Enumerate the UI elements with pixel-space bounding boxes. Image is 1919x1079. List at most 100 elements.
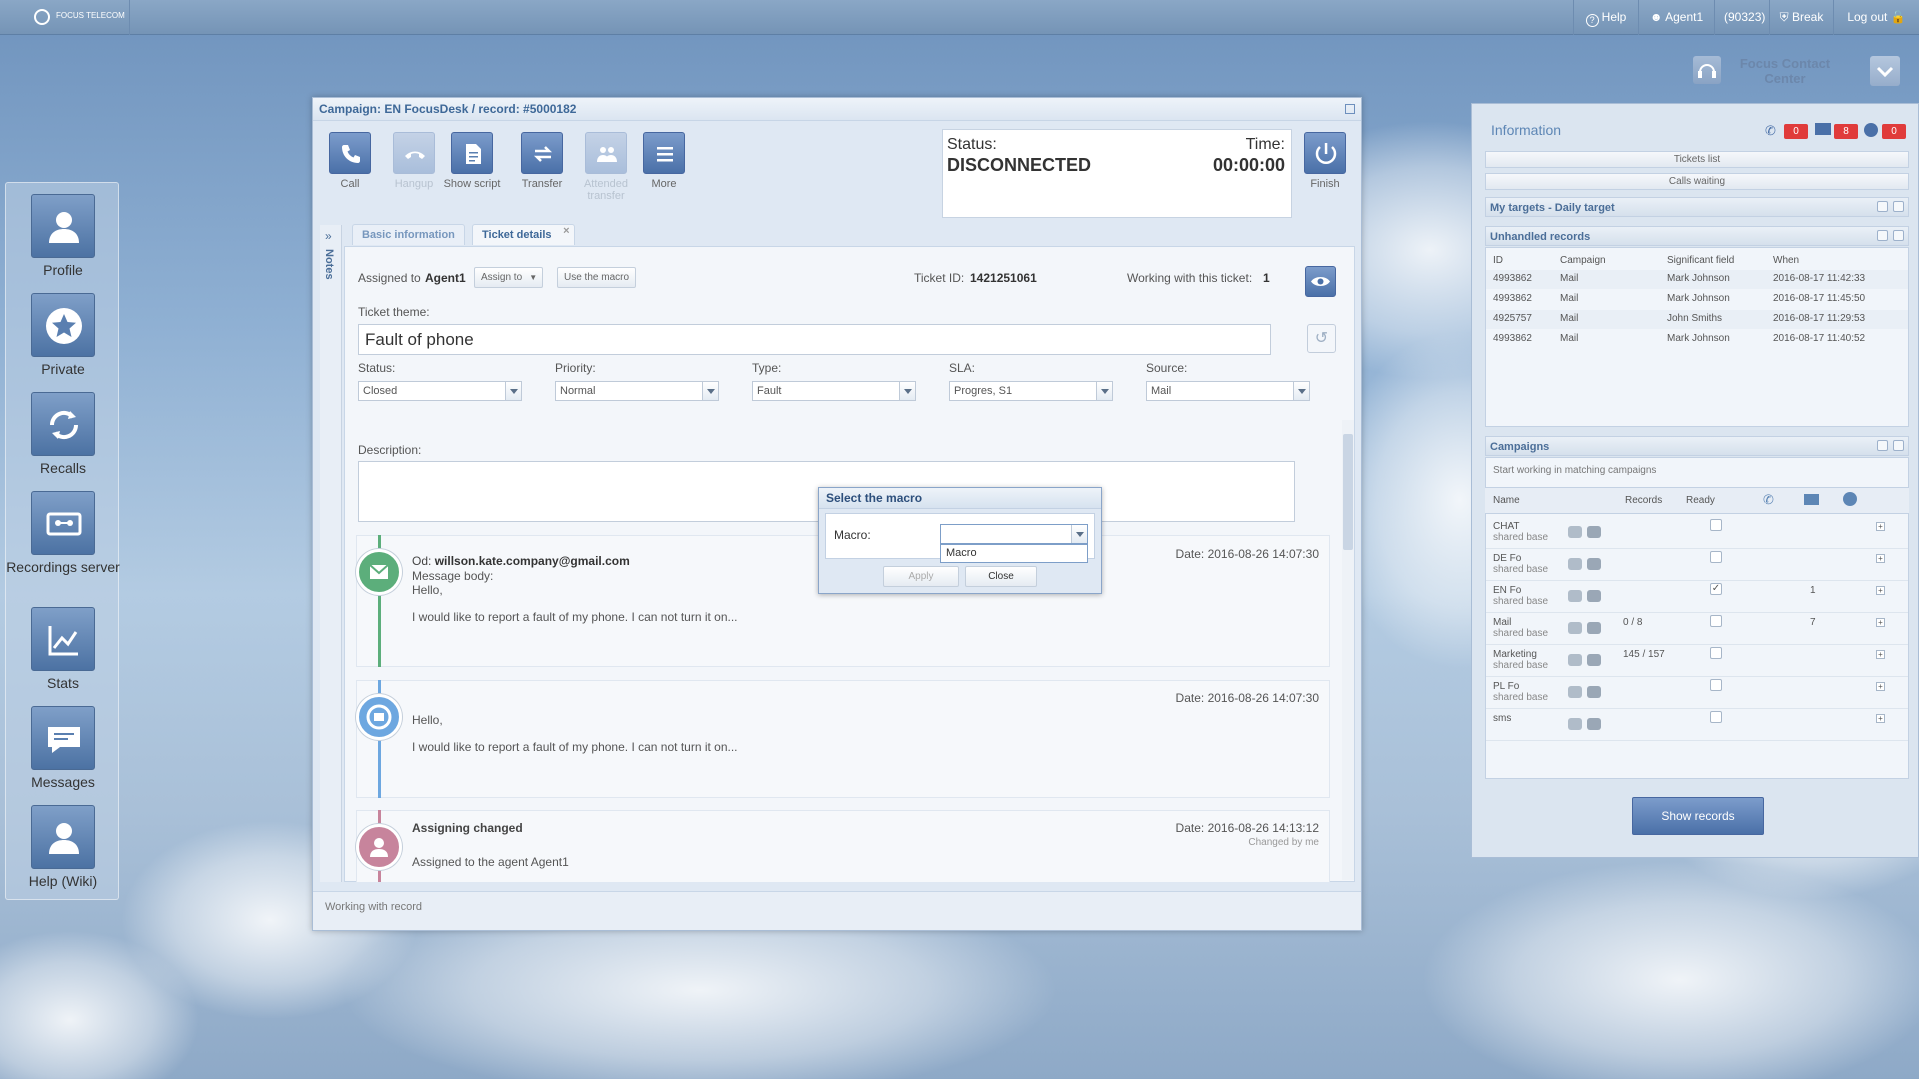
help-link[interactable]: ? Help xyxy=(1573,0,1638,35)
cassette-icon xyxy=(46,512,82,536)
chevron-down-icon[interactable] xyxy=(702,382,718,400)
expand-icon[interactable]: + xyxy=(1876,650,1885,659)
sidebar-item-profile[interactable]: Profile xyxy=(6,194,120,278)
refresh-icon[interactable] xyxy=(1893,201,1904,212)
campaign-row[interactable] xyxy=(1486,550,1908,581)
unhandled-header[interactable]: Unhandled records xyxy=(1485,226,1909,246)
tab-ticket-details[interactable]: Ticket details × xyxy=(472,224,575,245)
refresh-icon[interactable] xyxy=(1893,440,1904,451)
campaign-sub: shared base xyxy=(1493,596,1549,607)
campaign-name: CHAT xyxy=(1493,521,1520,532)
expand-icon[interactable]: + xyxy=(1876,522,1885,531)
refresh-icon[interactable] xyxy=(1893,230,1904,241)
sidebar-item-help-wiki[interactable]: Help (Wiki) xyxy=(6,805,120,889)
table-cell: Mail xyxy=(1560,273,1579,284)
time-value: 00:00:00 xyxy=(1212,155,1285,175)
calls-waiting-button[interactable]: Calls waiting xyxy=(1485,173,1909,190)
field-select[interactable]: Mail xyxy=(1146,381,1310,401)
field-select[interactable]: Progres, S1 xyxy=(949,381,1113,401)
call-button[interactable]: Call xyxy=(320,132,380,190)
macro-select[interactable] xyxy=(940,524,1088,544)
maximize-icon[interactable] xyxy=(1345,104,1355,114)
ready-checkbox[interactable] xyxy=(1710,519,1722,531)
field-select[interactable]: Fault xyxy=(752,381,916,401)
use-macro-button[interactable]: Use the macro xyxy=(557,267,637,288)
campaign-row[interactable] xyxy=(1486,582,1908,613)
transfer-button[interactable]: Transfer xyxy=(512,132,572,190)
expand-icon[interactable]: + xyxy=(1876,714,1885,723)
field-select[interactable]: Closed xyxy=(358,381,522,401)
attended-transfer-button[interactable]: Attended transfer xyxy=(576,132,636,202)
chevron-down-icon[interactable] xyxy=(899,382,915,400)
ready-checkbox[interactable] xyxy=(1710,679,1722,691)
collapse-button[interactable] xyxy=(1870,56,1900,86)
entry-date: Date: 2016-08-26 14:13:12 xyxy=(1175,821,1319,835)
hangup-icon xyxy=(405,151,425,159)
campaign-sub: shared base xyxy=(1493,564,1549,575)
ready-checkbox[interactable] xyxy=(1710,647,1722,659)
watch-button[interactable] xyxy=(1305,266,1336,297)
chevron-down-icon[interactable] xyxy=(1096,382,1112,400)
notes-panel-toggle[interactable]: » Notes xyxy=(320,225,342,882)
macro-option[interactable]: Macro xyxy=(940,544,1088,563)
finish-button[interactable]: Finish xyxy=(1304,132,1346,190)
chevron-down-icon[interactable] xyxy=(505,382,521,400)
campaign-name: Marketing xyxy=(1493,649,1537,660)
sidebar-item-recordings-server[interactable]: Recordings server xyxy=(6,491,120,575)
sidebar-item-recalls[interactable]: Recalls xyxy=(6,392,120,476)
help-icon: ? xyxy=(1585,14,1599,27)
campaign-row[interactable] xyxy=(1486,614,1908,645)
apply-button[interactable]: Apply xyxy=(883,566,959,587)
chevron-up-icon[interactable] xyxy=(1877,440,1888,451)
chevron-down-icon[interactable] xyxy=(1293,382,1309,400)
break-button[interactable]: ⛨ Break xyxy=(1769,0,1833,35)
assign-to-button[interactable]: Assign to ▼ xyxy=(474,267,544,288)
table-cell: Mark Johnson xyxy=(1667,273,1730,284)
hangup-button[interactable]: Hangup xyxy=(384,132,444,190)
table-cell: Mark Johnson xyxy=(1667,333,1730,344)
ready-checkbox[interactable] xyxy=(1710,615,1722,627)
reply-icon xyxy=(356,694,402,740)
chevron-up-icon[interactable] xyxy=(1877,230,1888,241)
logout-button[interactable]: Log out 🔓 xyxy=(1833,0,1919,35)
targets-header[interactable]: My targets - Daily target xyxy=(1485,197,1909,217)
tab-basic-information[interactable]: Basic information xyxy=(352,224,465,245)
scrollbar[interactable] xyxy=(1342,420,1354,880)
close-button[interactable]: Close xyxy=(965,566,1037,587)
campaigns-header[interactable]: Campaigns xyxy=(1485,436,1909,456)
ready-checkbox[interactable] xyxy=(1710,551,1722,563)
campaign-row[interactable] xyxy=(1486,710,1908,741)
expand-icon[interactable]: + xyxy=(1876,586,1885,595)
expand-icon[interactable]: » xyxy=(325,229,332,243)
user-icon: ☻ xyxy=(1649,10,1666,24)
agent-link[interactable]: ☻ Agent1 xyxy=(1638,0,1714,35)
ready-checkbox[interactable]: ✓ xyxy=(1710,583,1722,595)
close-tab-icon[interactable]: × xyxy=(563,221,569,242)
entry-date: Date: 2016-08-26 14:07:30 xyxy=(1175,691,1319,705)
sidebar-item-messages[interactable]: Messages xyxy=(6,706,120,790)
scrollbar-thumb[interactable] xyxy=(1343,434,1353,550)
expand-icon[interactable]: + xyxy=(1876,618,1885,627)
campaign-row[interactable] xyxy=(1486,646,1908,677)
field-select[interactable]: Normal xyxy=(555,381,719,401)
show-records-button[interactable]: Show records xyxy=(1632,797,1764,835)
show-script-button[interactable]: Show script xyxy=(442,132,502,190)
table-cell: 2016-08-17 11:40:52 xyxy=(1773,333,1866,344)
theme-input[interactable]: Fault of phone xyxy=(358,324,1271,355)
tickets-list-button[interactable]: Tickets list xyxy=(1485,151,1909,168)
sidebar-item-stats[interactable]: Stats xyxy=(6,607,120,691)
more-button[interactable]: More xyxy=(634,132,694,190)
message-text: I would like to report a fault of my pho… xyxy=(412,740,738,754)
expand-icon[interactable]: + xyxy=(1876,682,1885,691)
chevron-down-icon[interactable] xyxy=(1877,201,1888,212)
campaign-row[interactable] xyxy=(1486,518,1908,549)
campaign-row[interactable] xyxy=(1486,678,1908,709)
expand-icon[interactable]: + xyxy=(1876,554,1885,563)
history-icon[interactable]: ↺ xyxy=(1307,324,1336,353)
chevron-down-icon[interactable] xyxy=(1071,525,1087,543)
recall-icon xyxy=(1568,654,1582,666)
mail-badge: 8 xyxy=(1834,124,1858,139)
sidebar-item-private[interactable]: Private xyxy=(6,293,120,377)
ready-checkbox[interactable] xyxy=(1710,711,1722,723)
select-macro-dialog: Select the macro Macro: Macro Apply Clos… xyxy=(818,487,1102,594)
